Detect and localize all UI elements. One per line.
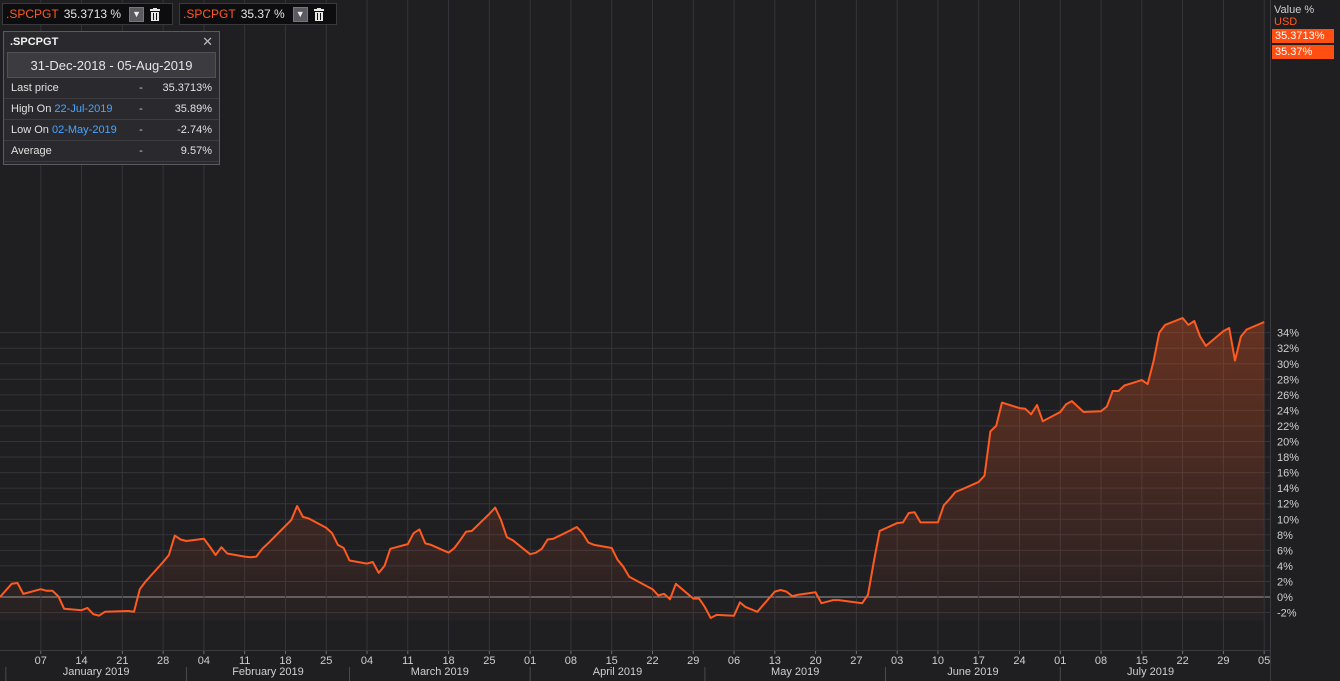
x-tick-label: 08 <box>565 655 577 667</box>
x-tick-label: 24 <box>1013 655 1025 667</box>
row-value: -2.74% <box>177 124 212 136</box>
panel-row-high: High On 22-Jul-2019 - 35.89% <box>4 99 219 120</box>
price-summary-panel: .SPCPGT ✕ 31-Dec-2018 - 05-Aug-2019 Last… <box>3 31 220 165</box>
panel-row-average: Average - 9.57% <box>4 141 219 162</box>
month-label: February 2019 <box>232 666 304 678</box>
row-dash: - <box>139 145 143 157</box>
x-tick-label: 28 <box>157 655 169 667</box>
legend-series-name: .SPCPGT <box>6 7 59 21</box>
x-tick-label: 25 <box>483 655 495 667</box>
y-tick-label: 4% <box>1277 561 1293 573</box>
row-label: Last price <box>11 82 59 94</box>
y-tick-label: 26% <box>1277 390 1299 402</box>
x-tick-label: 01 <box>1054 655 1066 667</box>
axis-unit-label: Value % <box>1274 4 1315 16</box>
last-value-tag: 35.3713% <box>1272 29 1334 43</box>
y-tick-label: 0% <box>1277 592 1293 604</box>
y-tick-label: 10% <box>1277 514 1299 526</box>
date-range: 31-Dec-2018 - 05-Aug-2019 <box>7 52 216 78</box>
x-tick-label: 04 <box>361 655 373 667</box>
month-label: January 2019 <box>63 666 130 678</box>
y-tick-label: 30% <box>1277 359 1299 371</box>
month-label: May 2019 <box>771 666 819 678</box>
x-tick-label: 29 <box>687 655 699 667</box>
x-tick-label: 03 <box>891 655 903 667</box>
chevron-down-icon[interactable]: ▼ <box>292 6 308 22</box>
row-dash: - <box>139 82 143 94</box>
row-label: Average <box>11 145 52 157</box>
x-tick-label: 22 <box>1176 655 1188 667</box>
x-tick-label: 27 <box>850 655 862 667</box>
y-tick-label: 12% <box>1277 499 1299 511</box>
legend-chip-1[interactable]: .SPCPGT 35.3713 % ▼ <box>2 3 173 25</box>
chevron-down-icon[interactable]: ▼ <box>129 6 145 22</box>
x-tick-label: 10 <box>932 655 944 667</box>
y-tick-label: 32% <box>1277 343 1299 355</box>
axis-currency: USD <box>1274 16 1298 28</box>
x-tick-label: 08 <box>1095 655 1107 667</box>
row-dash: - <box>139 124 143 136</box>
y-tick-label: 8% <box>1277 530 1293 542</box>
y-tick-label: 28% <box>1277 374 1299 386</box>
month-label: June 2019 <box>947 666 998 678</box>
x-tick-label: 22 <box>646 655 658 667</box>
trash-icon[interactable] <box>313 7 325 21</box>
x-tick-label: 06 <box>728 655 740 667</box>
x-tick-label: 01 <box>524 655 536 667</box>
y-tick-label: 34% <box>1277 328 1299 340</box>
trash-icon[interactable] <box>149 7 161 21</box>
x-tick-label: 05 <box>1258 655 1270 667</box>
y-tick-label: 20% <box>1277 437 1299 449</box>
panel-row-last-price: Last price - 35.3713% <box>4 78 219 99</box>
y-tick-label: 22% <box>1277 421 1299 433</box>
row-value: 35.3713% <box>162 82 212 94</box>
month-label: March 2019 <box>411 666 469 678</box>
y-tick-label: 6% <box>1277 545 1293 557</box>
legend-chip-2[interactable]: .SPCPGT 35.37 % ▼ <box>179 3 337 25</box>
y-tick-label: 14% <box>1277 483 1299 495</box>
low-date-link[interactable]: 02-May-2019 <box>52 124 117 136</box>
y-tick-label: 16% <box>1277 468 1299 480</box>
panel-row-low: Low On 02-May-2019 - -2.74% <box>4 120 219 141</box>
y-tick-label: 2% <box>1277 576 1293 588</box>
close-icon[interactable]: ✕ <box>202 34 213 50</box>
row-dash: - <box>139 103 143 115</box>
x-tick-label: 07 <box>35 655 47 667</box>
legend-series-name: .SPCPGT <box>183 7 236 21</box>
month-label: April 2019 <box>593 666 643 678</box>
last-value-tag-rounded: 35.37% <box>1272 45 1334 59</box>
x-tick-label: 04 <box>198 655 210 667</box>
row-value: 9.57% <box>180 145 212 157</box>
panel-header: .SPCPGT ✕ <box>4 32 219 52</box>
high-date-link[interactable]: 22-Jul-2019 <box>54 103 112 115</box>
row-label: Low On <box>11 124 49 136</box>
x-tick-label: 25 <box>320 655 332 667</box>
row-value: 35.89% <box>174 103 212 115</box>
x-tick-label: 29 <box>1217 655 1229 667</box>
legend-series-value: 35.37 % <box>240 7 285 21</box>
panel-title: .SPCPGT <box>10 36 59 48</box>
month-label: July 2019 <box>1127 666 1174 678</box>
legend-series-value: 35.3713 % <box>63 7 122 21</box>
y-tick-label: 24% <box>1277 405 1299 417</box>
y-tick-label: 18% <box>1277 452 1299 464</box>
row-label: High On <box>11 103 52 115</box>
y-tick-label: -2% <box>1277 608 1297 620</box>
